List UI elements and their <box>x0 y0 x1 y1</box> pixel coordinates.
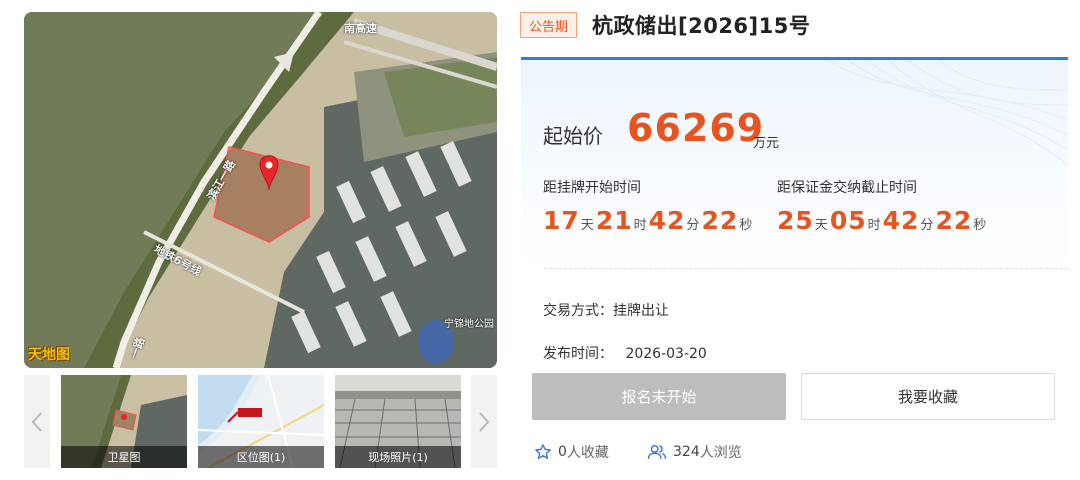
thumbnail-site-photo[interactable]: 现场照片(1) <box>335 375 461 468</box>
divider <box>544 268 1068 269</box>
star-icon <box>535 444 551 459</box>
decorative-wave <box>827 60 1068 166</box>
favorites-suffix: 人收藏 <box>566 445 609 461</box>
road-label-park: 宁锦地公园 <box>444 319 494 330</box>
countdown-seconds: 22 <box>935 206 973 235</box>
thumb-prev-button[interactable] <box>24 375 50 468</box>
countdown-minutes: 42 <box>882 206 920 235</box>
views-count: 324 <box>673 444 700 460</box>
favorites-count: 0 <box>558 444 567 460</box>
users-icon <box>647 445 667 459</box>
register-button[interactable]: 报名未开始 <box>532 373 786 420</box>
price-label: 起始价 <box>543 124 603 148</box>
countdown-listing-title: 距挂牌开始时间 <box>543 180 641 196</box>
thumbnail-strip: 卫星图 区位图(1) 现场照片(1) <box>24 375 497 468</box>
trade-method: 交易方式：挂牌出让 <box>543 303 669 319</box>
satellite-map[interactable]: 南高速 滨江一路 地铁6号线 一路 宁锦地公园 天地图 <box>24 12 497 368</box>
views-stat: 324 人浏览 <box>647 442 742 462</box>
countdown-days: 25 <box>777 206 814 235</box>
unit-day: 天 <box>814 218 828 233</box>
map-provider-logo: 天地图 <box>28 347 70 363</box>
countdown-days: 17 <box>543 206 580 235</box>
starting-price: 66269 <box>627 106 765 150</box>
thumbnail-label: 区位图(1) <box>198 446 324 468</box>
satellite-image <box>24 12 497 368</box>
unit-second: 秒 <box>739 218 753 233</box>
countdown-seconds: 22 <box>701 206 739 235</box>
countdown-deposit: 25 天 05 时 42 分 22 秒 <box>777 206 988 235</box>
thumbnail-label: 现场照片(1) <box>335 446 461 468</box>
price-unit: 万元 <box>753 136 780 151</box>
unit-second: 秒 <box>973 218 987 233</box>
countdown-hours: 21 <box>595 206 633 235</box>
countdown-hours: 05 <box>829 206 867 235</box>
thumbnail-label: 卫星图 <box>61 446 187 468</box>
unit-day: 天 <box>580 218 594 233</box>
unit-hour: 时 <box>633 218 647 233</box>
favorites-stat[interactable]: 0 人收藏 <box>534 442 609 462</box>
chevron-right-icon <box>479 411 490 432</box>
countdown-minutes: 42 <box>648 206 686 235</box>
unit-hour: 时 <box>867 218 881 233</box>
status-badge: 公告期 <box>520 12 578 38</box>
collect-button[interactable]: 我要收藏 <box>801 373 1055 420</box>
thumbnail-satellite[interactable]: 卫星图 <box>61 375 187 468</box>
page-title: 杭政储出[2026]15号 <box>592 14 811 38</box>
views-suffix: 人浏览 <box>699 445 742 461</box>
countdown-listing: 17 天 21 时 42 分 22 秒 <box>543 206 754 235</box>
publish-time-label: 发布时间： <box>543 346 613 362</box>
unit-minute: 分 <box>920 218 934 233</box>
unit-minute: 分 <box>686 218 700 233</box>
price-panel: 起始价 66269 万元 距挂牌开始时间 17 天 21 时 42 分 22 秒 距保证… <box>521 57 1068 269</box>
road-label-expressway: 南高速 <box>344 22 377 35</box>
publish-time: 发布时间： 2026-03-20 <box>543 343 707 363</box>
thumb-next-button[interactable] <box>471 375 497 468</box>
chevron-left-icon <box>31 411 42 432</box>
thumbnail-location[interactable]: 区位图(1) <box>198 375 324 468</box>
countdown-deposit-title: 距保证金交纳截止时间 <box>777 180 917 196</box>
publish-time-value: 2026-03-20 <box>625 346 707 362</box>
